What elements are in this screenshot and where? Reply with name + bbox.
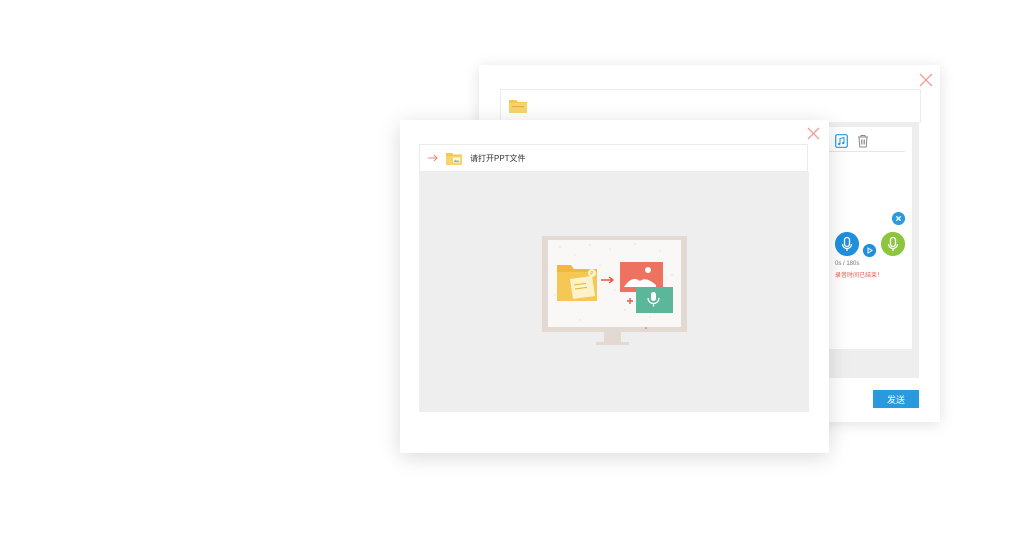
open-ppt-dialog: 请打开PPT文件 P xyxy=(400,120,829,453)
preview-area: P xyxy=(419,172,809,412)
send-button[interactable]: 发送 xyxy=(873,390,919,408)
microphone-icon[interactable] xyxy=(881,232,905,256)
play-icon[interactable] xyxy=(863,244,876,257)
file-open-bar: 请打开PPT文件 xyxy=(419,144,808,172)
svg-text:P: P xyxy=(590,271,593,277)
open-ppt-label[interactable]: 请打开PPT文件 xyxy=(470,153,526,164)
divider xyxy=(827,151,905,152)
music-file-icon[interactable] xyxy=(835,134,848,148)
close-icon[interactable] xyxy=(919,73,933,87)
trash-icon[interactable] xyxy=(857,134,869,148)
microphone-icon[interactable] xyxy=(835,232,859,256)
timer-text: 0s / 180s xyxy=(835,261,860,267)
cancel-icon[interactable] xyxy=(892,212,905,225)
folder-icon[interactable] xyxy=(509,98,527,113)
monitor-illustration: P xyxy=(542,236,687,345)
audio-panel: 0s / 180s 录音时间已结束！ xyxy=(819,127,912,349)
folder-icon[interactable] xyxy=(446,152,462,165)
arrow-right-icon xyxy=(428,154,438,162)
warning-text: 录音时间已结束！ xyxy=(835,273,884,279)
toolbar xyxy=(500,89,921,123)
close-icon[interactable] xyxy=(807,127,820,140)
